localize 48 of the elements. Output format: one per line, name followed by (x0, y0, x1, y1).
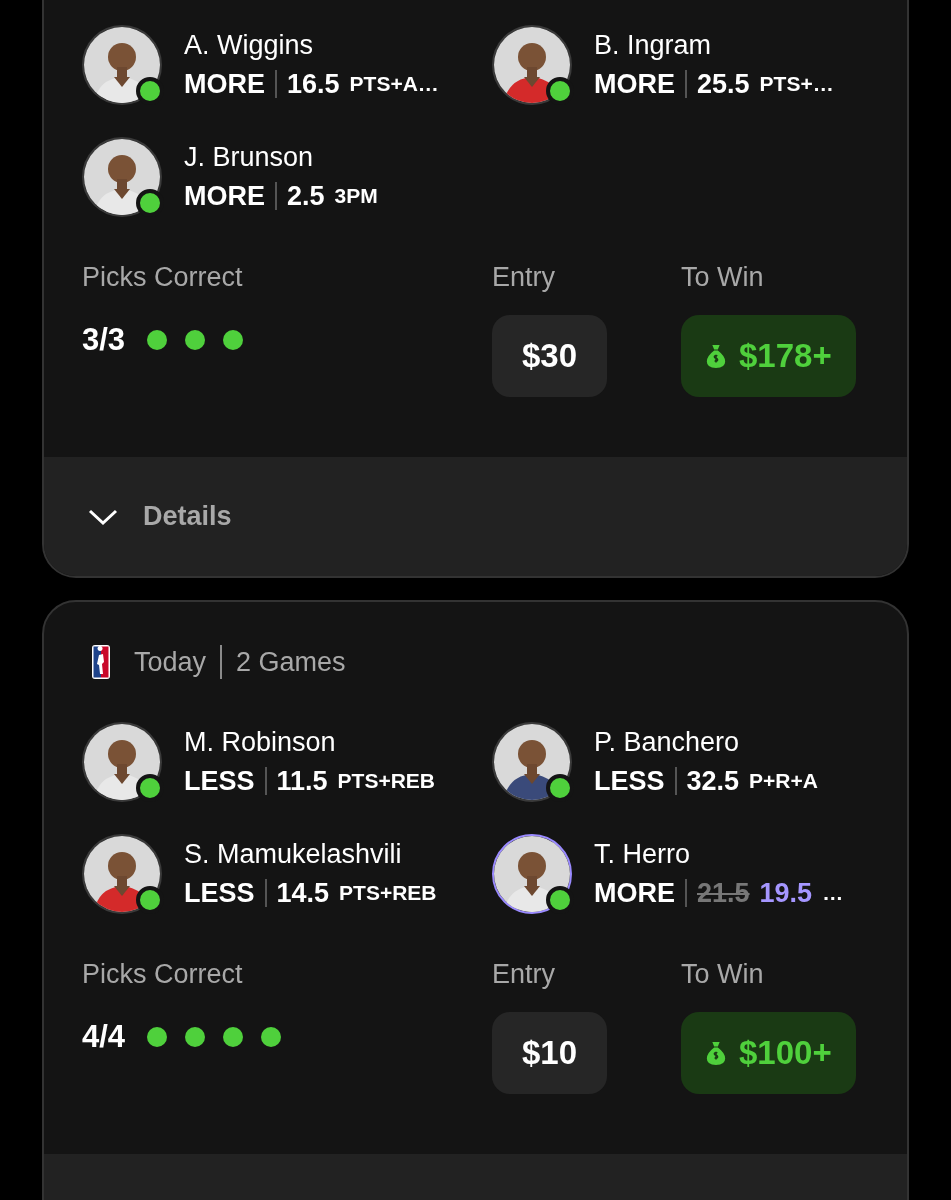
picks-correct-label: Picks Correct (82, 261, 244, 293)
score-text: 3/3 (82, 322, 126, 358)
to-win-label: To Win (681, 958, 765, 990)
pick-direction: MORE (184, 180, 265, 212)
line-value: 16.5 (287, 68, 340, 100)
stat-type: 3PM (334, 184, 378, 208)
line-value: 2.5 (287, 180, 325, 212)
line-value: 25.5 (697, 68, 750, 100)
league-logo-icon (92, 645, 110, 679)
pick-direction: LESS (184, 765, 255, 797)
entry-amount: $10 (492, 1012, 607, 1094)
stat-type: PTS+… (759, 72, 834, 96)
entry-amount: $30 (492, 315, 607, 397)
player-name: A. Wiggins (184, 29, 315, 61)
pick-direction: MORE (184, 68, 265, 100)
stat-type: PTS+REB (339, 881, 437, 905)
entry-label: Entry (492, 261, 557, 293)
pick-direction: LESS (594, 765, 665, 797)
stat-type: P+R+A (749, 769, 818, 793)
player-name: S. Mamukelashvili (184, 838, 403, 870)
player-name: B. Ingram (594, 29, 713, 61)
pick-direction: MORE (594, 68, 675, 100)
stat-type: PTS+REB (337, 769, 436, 793)
stat-type: … (822, 881, 844, 905)
to-win-amount: $100+ (681, 1012, 856, 1094)
score-text: 4/4 (82, 1019, 126, 1055)
details-toggle[interactable]: Details (88, 501, 232, 532)
to-win-label: To Win (681, 261, 765, 293)
stat-type: PTS+A… (349, 72, 439, 96)
picks-correct-label: Picks Correct (82, 958, 244, 990)
line-value: 19.5 (759, 877, 813, 909)
entry-label: Entry (492, 958, 557, 990)
money-bag-icon (705, 1040, 727, 1066)
player-name: P. Banchero (594, 726, 741, 758)
to-win-amount: $178+ (681, 315, 856, 397)
line-value: 11.5 (276, 765, 328, 797)
date-label: Today (134, 646, 207, 678)
line-value: 32.5 (686, 765, 740, 797)
pick-direction: LESS (184, 877, 255, 909)
chevron-icon (88, 507, 118, 526)
money-bag-icon (705, 343, 727, 369)
player-name: T. Herro (594, 838, 692, 870)
pick-direction: MORE (594, 877, 675, 909)
player-name: J. Brunson (184, 141, 315, 173)
old-line-value: 21.5 (697, 877, 750, 909)
games-count: 2 Games (236, 646, 346, 678)
line-value: 14.5 (276, 877, 330, 909)
player-name: M. Robinson (184, 726, 337, 758)
